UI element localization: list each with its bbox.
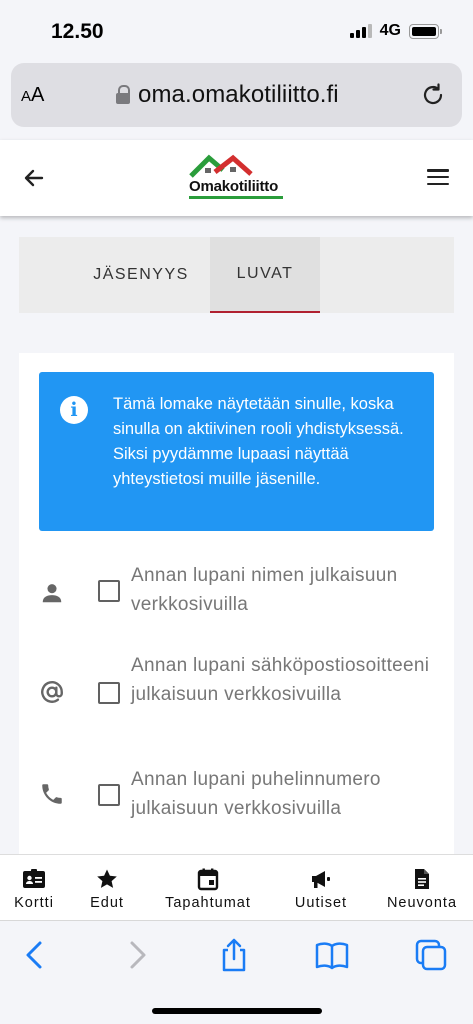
bookmarks-icon[interactable] bbox=[314, 937, 350, 973]
permission-phone: Annan lupani puhelinnumero julkaisuun ve… bbox=[39, 767, 439, 831]
signal-icon bbox=[349, 24, 372, 38]
tab-bar: JÄSENYYS LUVAT bbox=[19, 237, 454, 313]
tab-luvat[interactable]: LUVAT bbox=[210, 237, 320, 313]
status-bar: 12.50 4G bbox=[0, 0, 473, 58]
nav-label: Tapahtumat bbox=[165, 895, 251, 911]
share-icon[interactable] bbox=[216, 937, 252, 973]
address-bar[interactable]: AA oma.omakotiliitto.fi bbox=[11, 63, 462, 127]
browser-back-icon[interactable] bbox=[18, 937, 54, 973]
permission-email: Annan lupani sähköpostiosoitteeni julkai… bbox=[39, 655, 439, 741]
info-alert: i Tämä lomake näytetään sinulle, koska s… bbox=[39, 372, 434, 531]
nav-label: Kortti bbox=[14, 895, 54, 911]
checkbox-email[interactable] bbox=[98, 682, 120, 704]
network-type: 4G bbox=[379, 22, 401, 39]
megaphone-icon bbox=[312, 871, 330, 888]
info-icon: i bbox=[60, 396, 88, 424]
tabs-icon[interactable] bbox=[413, 937, 449, 973]
calendar-icon bbox=[197, 868, 219, 891]
id-card-icon bbox=[23, 869, 45, 888]
logo-text[interactable]: Omakotiliitto bbox=[189, 178, 278, 195]
permission-name: Annan lupani nimen julkaisuun verkkosivu… bbox=[39, 565, 439, 631]
lock-icon bbox=[116, 85, 130, 105]
permission-label: Annan lupani sähköpostiosoitteeni julkai… bbox=[131, 655, 430, 705]
app-bottom-nav: Kortti Edut Tapahtumat Uutiset Neuvonta bbox=[0, 854, 473, 920]
info-text: Tämä lomake näytetään sinulle, koska sin… bbox=[113, 395, 404, 488]
status-time: 12.50 bbox=[51, 20, 104, 43]
star-icon bbox=[97, 869, 117, 888]
site-header: Omakotiliitto bbox=[0, 140, 473, 216]
nav-edut[interactable]: Edut bbox=[87, 867, 127, 911]
url-text: oma.omakotiliitto.fi bbox=[138, 81, 339, 108]
logo-underline bbox=[189, 196, 283, 199]
browser-forward-icon[interactable] bbox=[118, 937, 154, 973]
permission-label: Annan lupani puhelinnumero julkaisuun ve… bbox=[131, 769, 381, 819]
reload-icon[interactable] bbox=[420, 82, 446, 108]
nav-label: Neuvonta bbox=[386, 895, 458, 911]
nav-tapahtumat[interactable]: Tapahtumat bbox=[156, 867, 260, 911]
nav-label: Uutiset bbox=[294, 895, 348, 911]
at-sign-icon bbox=[41, 681, 63, 703]
phone-icon bbox=[42, 784, 62, 804]
document-icon bbox=[415, 869, 429, 889]
back-arrow-icon[interactable] bbox=[22, 166, 46, 190]
text-size-button[interactable]: AA bbox=[21, 84, 44, 107]
menu-icon[interactable] bbox=[427, 169, 449, 185]
checkbox-phone[interactable] bbox=[98, 784, 120, 806]
url-display[interactable]: oma.omakotiliitto.fi bbox=[116, 81, 339, 109]
battery-icon bbox=[409, 23, 442, 39]
nav-neuvonta[interactable]: Neuvonta bbox=[380, 867, 464, 911]
tab-jasenyys[interactable]: JÄSENYYS bbox=[71, 237, 211, 313]
checkbox-name[interactable] bbox=[98, 580, 120, 602]
permission-label: Annan lupani nimen julkaisuun verkkosivu… bbox=[131, 565, 398, 615]
home-indicator[interactable] bbox=[152, 1008, 322, 1014]
permissions-card: i Tämä lomake näytetään sinulle, koska s… bbox=[19, 353, 454, 873]
nav-kortti[interactable]: Kortti bbox=[10, 867, 58, 911]
status-indicators: 4G bbox=[349, 22, 442, 40]
person-icon bbox=[42, 584, 62, 603]
nav-uutiset[interactable]: Uutiset bbox=[289, 867, 353, 911]
nav-label: Edut bbox=[90, 895, 124, 911]
